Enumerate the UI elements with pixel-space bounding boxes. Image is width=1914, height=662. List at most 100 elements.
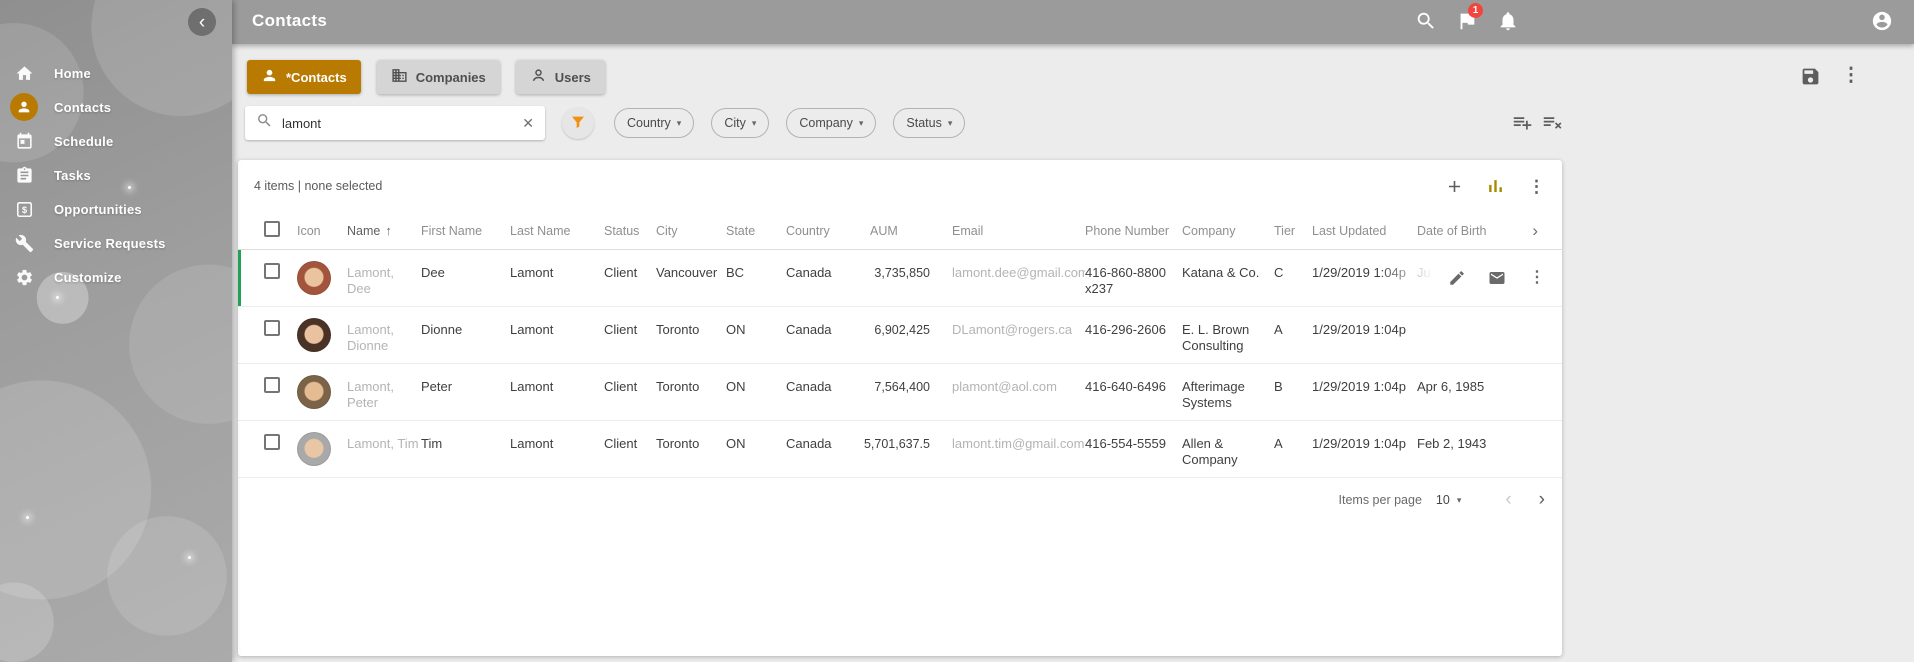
- sidebar-item-label: Tasks: [54, 168, 91, 183]
- bell-icon: [1497, 20, 1519, 35]
- items-per-page-select[interactable]: 10 ▾: [1436, 493, 1461, 507]
- cell-company: Afterimage Systems: [1182, 364, 1274, 420]
- topbar-search-button[interactable]: [1414, 10, 1438, 34]
- col-header-aum[interactable]: AUM: [856, 224, 946, 238]
- tab-contacts[interactable]: *Contacts: [247, 60, 361, 94]
- search-input[interactable]: [282, 116, 522, 131]
- chevron-down-icon: ▾: [1457, 495, 1462, 506]
- contacts-table-card: 4 items | none selected ⋮ Icon Name↑ Fir…: [238, 160, 1562, 656]
- row-checkbox[interactable]: [264, 377, 280, 393]
- chip-label: Company: [799, 116, 853, 130]
- row-checkbox[interactable]: [264, 263, 280, 279]
- bell-button[interactable]: [1496, 10, 1520, 34]
- col-header-phone[interactable]: Phone Number: [1085, 224, 1182, 238]
- col-header-tier[interactable]: Tier: [1274, 224, 1312, 238]
- playlist-remove-icon: [1542, 121, 1563, 136]
- col-header-company[interactable]: Company: [1182, 224, 1274, 238]
- cell-country: Canada: [786, 364, 856, 420]
- add-contact-button[interactable]: [1445, 177, 1464, 196]
- search-box[interactable]: ✕: [245, 106, 545, 140]
- chip-status[interactable]: Status▾: [893, 108, 965, 138]
- table-row[interactable]: Lamont, Peter Peter Lamont Client Toront…: [238, 364, 1562, 421]
- cell-tier: A: [1274, 307, 1312, 363]
- cell-name: Lamont, Dionne: [347, 307, 421, 363]
- search-icon: [1415, 20, 1437, 35]
- cell-phone: 416-860-8800 x237: [1085, 250, 1182, 306]
- col-header-email[interactable]: Email: [946, 224, 1085, 238]
- table-row[interactable]: Lamont, Dee Dee Lamont Client Vancouver …: [238, 250, 1562, 307]
- previous-page-button[interactable]: ‹: [1505, 489, 1511, 511]
- email-button[interactable]: [1488, 269, 1506, 287]
- playlist-remove-button[interactable]: [1540, 112, 1564, 136]
- save-button[interactable]: [1798, 66, 1822, 90]
- filter-funnel-button[interactable]: [562, 107, 594, 139]
- cell-status: Client: [604, 421, 656, 477]
- sidebar: ‹ Home Contacts Schedule Tasks $: [0, 0, 232, 662]
- chip-country[interactable]: Country▾: [614, 108, 694, 138]
- col-header-last-name[interactable]: Last Name: [510, 224, 604, 238]
- sidebar-collapse-button[interactable]: ‹: [188, 8, 216, 36]
- cell-email: lamont.dee@gmail.com: [946, 250, 1085, 306]
- sidebar-item-service-requests[interactable]: Service Requests: [0, 226, 232, 260]
- tab-users[interactable]: Users: [516, 60, 605, 94]
- col-header-country[interactable]: Country: [786, 224, 856, 238]
- cell-aum: 6,902,425: [856, 307, 946, 363]
- cell-country: Canada: [786, 307, 856, 363]
- page-title: Contacts: [252, 11, 327, 31]
- col-header-date-of-birth[interactable]: Date of Birth: [1417, 224, 1528, 238]
- cell-phone: 416-296-2606: [1085, 307, 1182, 363]
- sidebar-item-label: Schedule: [54, 134, 113, 149]
- col-header-last-updated[interactable]: Last Updated: [1312, 224, 1417, 238]
- sidebar-item-contacts[interactable]: Contacts: [0, 90, 232, 124]
- edit-button[interactable]: [1448, 269, 1466, 287]
- cell-date-of-birth: Feb 2, 1943: [1417, 421, 1528, 477]
- contact-avatar: [297, 432, 331, 466]
- row-more-button[interactable]: ⋮: [1528, 269, 1546, 287]
- sidebar-item-tasks[interactable]: Tasks: [0, 158, 232, 192]
- playlist-add-button[interactable]: [1510, 112, 1534, 136]
- select-all-checkbox[interactable]: [264, 221, 280, 237]
- row-checkbox[interactable]: [264, 320, 280, 336]
- col-header-city[interactable]: City: [656, 224, 726, 238]
- col-header-name[interactable]: Name↑: [347, 223, 421, 238]
- sidebar-item-schedule[interactable]: Schedule: [0, 124, 232, 158]
- account-button[interactable]: [1870, 10, 1894, 34]
- clear-search-button[interactable]: ✕: [522, 115, 534, 132]
- table-more-button[interactable]: ⋮: [1527, 177, 1546, 196]
- toolbar-actions: ⋮: [1445, 177, 1546, 196]
- scroll-columns-right-button[interactable]: ›: [1532, 221, 1562, 241]
- sidebar-item-opportunities[interactable]: $ Opportunities: [0, 192, 232, 226]
- sidebar-item-label: Customize: [54, 270, 122, 285]
- sidebar-item-home[interactable]: Home: [0, 56, 232, 90]
- sidebar-item-label: Contacts: [54, 100, 111, 115]
- table-row[interactable]: Lamont, Dionne Dionne Lamont Client Toro…: [238, 307, 1562, 364]
- table-row[interactable]: Lamont, Tim Tim Lamont Client Toronto ON…: [238, 421, 1562, 478]
- col-header-status[interactable]: Status: [604, 224, 656, 238]
- building-icon: [391, 67, 408, 87]
- next-page-button[interactable]: ›: [1539, 489, 1545, 511]
- col-header-first-name[interactable]: First Name: [421, 224, 510, 238]
- sparkle-glint: [188, 556, 191, 559]
- cell-state: ON: [726, 364, 786, 420]
- cell-company: E. L. Brown Consulting: [1182, 307, 1274, 363]
- cell-first-name: Dionne: [421, 307, 510, 363]
- filter-chips: Country▾ City▾ Company▾ Status▾: [614, 108, 965, 138]
- chip-company[interactable]: Company▾: [786, 108, 876, 138]
- tab-label: Companies: [416, 70, 486, 85]
- chart-view-button[interactable]: [1486, 177, 1505, 196]
- cell-last-updated: 1/29/2019 1:04p: [1312, 421, 1417, 477]
- sidebar-item-label: Home: [54, 66, 91, 81]
- row-checkbox[interactable]: [264, 434, 280, 450]
- sidebar-item-customize[interactable]: Customize: [0, 260, 232, 294]
- more-vertical-icon: ⋮: [1529, 269, 1545, 286]
- tab-companies[interactable]: Companies: [377, 60, 500, 94]
- flag-notifications-button[interactable]: 1: [1455, 10, 1479, 34]
- cell-country: Canada: [786, 250, 856, 306]
- chip-city[interactable]: City▾: [711, 108, 769, 138]
- topbar: Contacts 1: [232, 0, 1914, 44]
- sidebar-item-label: Service Requests: [54, 236, 166, 251]
- col-header-state[interactable]: State: [726, 224, 786, 238]
- header-more-button[interactable]: ⋮: [1839, 64, 1863, 88]
- cell-city: Vancouver: [656, 250, 726, 306]
- cell-state: BC: [726, 250, 786, 306]
